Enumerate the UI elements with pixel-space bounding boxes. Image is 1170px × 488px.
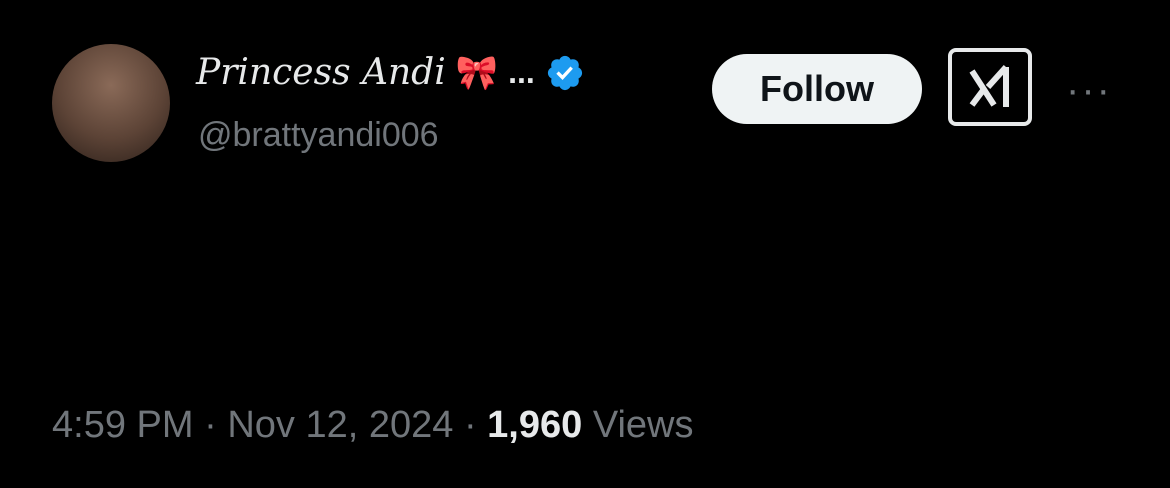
- tweet-date[interactable]: Nov 12, 2024: [227, 404, 453, 446]
- tweet-meta: 4:59 PM · Nov 12, 2024 · 1,960 Views: [52, 404, 694, 447]
- grok-icon: [969, 64, 1009, 107]
- follow-button[interactable]: Follow: [712, 54, 922, 124]
- more-options-icon[interactable]: ···: [1066, 70, 1112, 110]
- views-count: 1,960: [487, 404, 583, 446]
- meta-separator: ·: [463, 404, 477, 446]
- tweet-time[interactable]: 4:59 PM: [52, 404, 194, 446]
- name-truncation: ...: [508, 54, 535, 90]
- display-name[interactable]: Princess Andi: [196, 52, 446, 93]
- ribbon-bow-icon: 🎀: [455, 53, 499, 92]
- author-name-row: Princess Andi 🎀 ...: [196, 52, 585, 93]
- avatar[interactable]: [52, 44, 170, 162]
- author-handle[interactable]: @brattyandi006: [198, 116, 439, 155]
- meta-separator: ·: [204, 404, 217, 446]
- grok-button[interactable]: [948, 48, 1032, 126]
- verified-badge-icon[interactable]: [545, 53, 585, 93]
- views-label: Views: [592, 404, 694, 446]
